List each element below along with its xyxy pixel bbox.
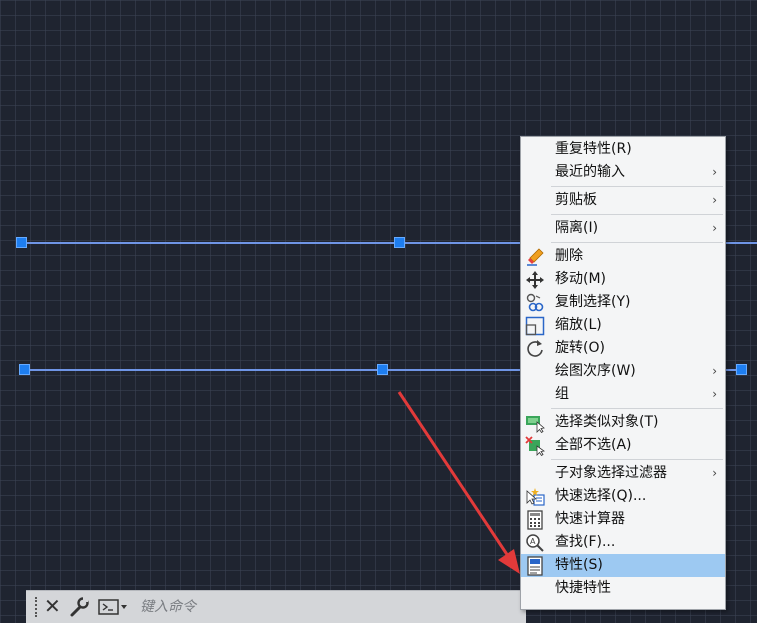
properties-icon	[527, 556, 543, 576]
menu-item-label: 选择类似对象(T)	[555, 414, 659, 430]
select-similar-icon	[526, 416, 545, 433]
deselect-all-icon	[525, 436, 545, 456]
menu-item-label: 全部不选(A)	[555, 437, 632, 453]
menu-separator	[551, 408, 723, 409]
menu-item-label: 移动(M)	[555, 271, 607, 287]
menu-item-deselect-all[interactable]: 全部不选(A)	[521, 434, 725, 457]
chevron-right-icon: ›	[712, 193, 717, 207]
menu-item-find[interactable]: A 查找(F)...	[521, 531, 725, 554]
menu-item-label: 特性(S)	[555, 557, 603, 573]
menu-separator	[551, 459, 723, 460]
menu-item-draw-order[interactable]: 绘图次序(W) ›	[521, 360, 725, 383]
copy-circles-icon	[526, 293, 544, 312]
menu-item-repeat-properties[interactable]: 重复特性(R)	[521, 138, 725, 161]
menu-item-label: 删除	[555, 248, 583, 264]
chevron-right-icon: ›	[712, 221, 717, 235]
svg-text:A: A	[530, 537, 536, 546]
menu-item-copy-selection[interactable]: 复制选择(Y)	[521, 291, 725, 314]
menu-item-quick-select[interactable]: 快速选择(Q)...	[521, 485, 725, 508]
menu-item-quick-calculator[interactable]: 快速计算器	[521, 508, 725, 531]
menu-item-label: 查找(F)...	[555, 534, 616, 550]
menu-item-label: 隔离(I)	[555, 220, 599, 236]
menu-item-label: 最近的输入	[555, 164, 625, 180]
command-line-bar: ✕	[26, 590, 526, 623]
menu-item-label: 组	[555, 386, 569, 402]
scale-icon	[525, 316, 545, 336]
chevron-right-icon: ›	[712, 387, 717, 401]
menu-item-subobject-filter[interactable]: 子对象选择过滤器 ›	[521, 462, 725, 485]
menu-item-move[interactable]: 移动(M)	[521, 268, 725, 291]
menu-separator	[551, 186, 723, 187]
menu-item-label: 快捷特性	[555, 580, 611, 596]
menu-item-label: 缩放(L)	[555, 317, 602, 333]
context-menu: 重复特性(R) 最近的输入 › 剪贴板 › 隔离(I) › 删除 移动(M) 复…	[520, 136, 726, 610]
menu-item-label: 旋转(O)	[555, 340, 605, 356]
menu-item-label: 复制选择(Y)	[555, 294, 631, 310]
command-bar-grip[interactable]	[35, 597, 39, 617]
menu-item-label: 重复特性(R)	[555, 141, 632, 157]
menu-item-properties[interactable]: 特性(S)	[521, 554, 725, 577]
menu-item-label: 绘图次序(W)	[555, 363, 636, 379]
chevron-right-icon: ›	[712, 165, 717, 179]
command-input[interactable]	[138, 595, 522, 619]
close-icon[interactable]: ✕	[44, 594, 61, 618]
wrench-icon[interactable]	[68, 596, 90, 618]
move-arrows-icon	[526, 271, 544, 289]
menu-item-isolate[interactable]: 隔离(I) ›	[521, 217, 725, 240]
chevron-right-icon: ›	[712, 364, 717, 378]
menu-separator	[551, 242, 723, 243]
menu-item-label: 快速计算器	[555, 511, 625, 527]
menu-item-label: 快速选择(Q)...	[555, 488, 647, 504]
menu-item-select-similar[interactable]: 选择类似对象(T)	[521, 411, 725, 434]
menu-item-recent-input[interactable]: 最近的输入 ›	[521, 161, 725, 184]
menu-item-label: 子对象选择过滤器	[555, 465, 667, 481]
menu-item-group[interactable]: 组 ›	[521, 383, 725, 406]
quick-select-icon	[526, 488, 545, 506]
command-prompt-icon[interactable]	[98, 598, 128, 616]
menu-item-label: 剪贴板	[555, 192, 597, 208]
menu-item-clipboard[interactable]: 剪贴板 ›	[521, 189, 725, 212]
rotate-icon	[527, 340, 543, 357]
menu-item-quick-properties[interactable]: 快捷特性	[521, 577, 725, 600]
menu-separator	[551, 214, 723, 215]
chevron-right-icon: ›	[712, 466, 717, 480]
eraser-icon	[527, 248, 544, 266]
calculator-icon	[527, 510, 543, 530]
menu-item-erase[interactable]: 删除	[521, 245, 725, 268]
find-magnifier-icon: A	[526, 534, 544, 552]
menu-item-rotate[interactable]: 旋转(O)	[521, 337, 725, 360]
menu-item-scale[interactable]: 缩放(L)	[521, 314, 725, 337]
